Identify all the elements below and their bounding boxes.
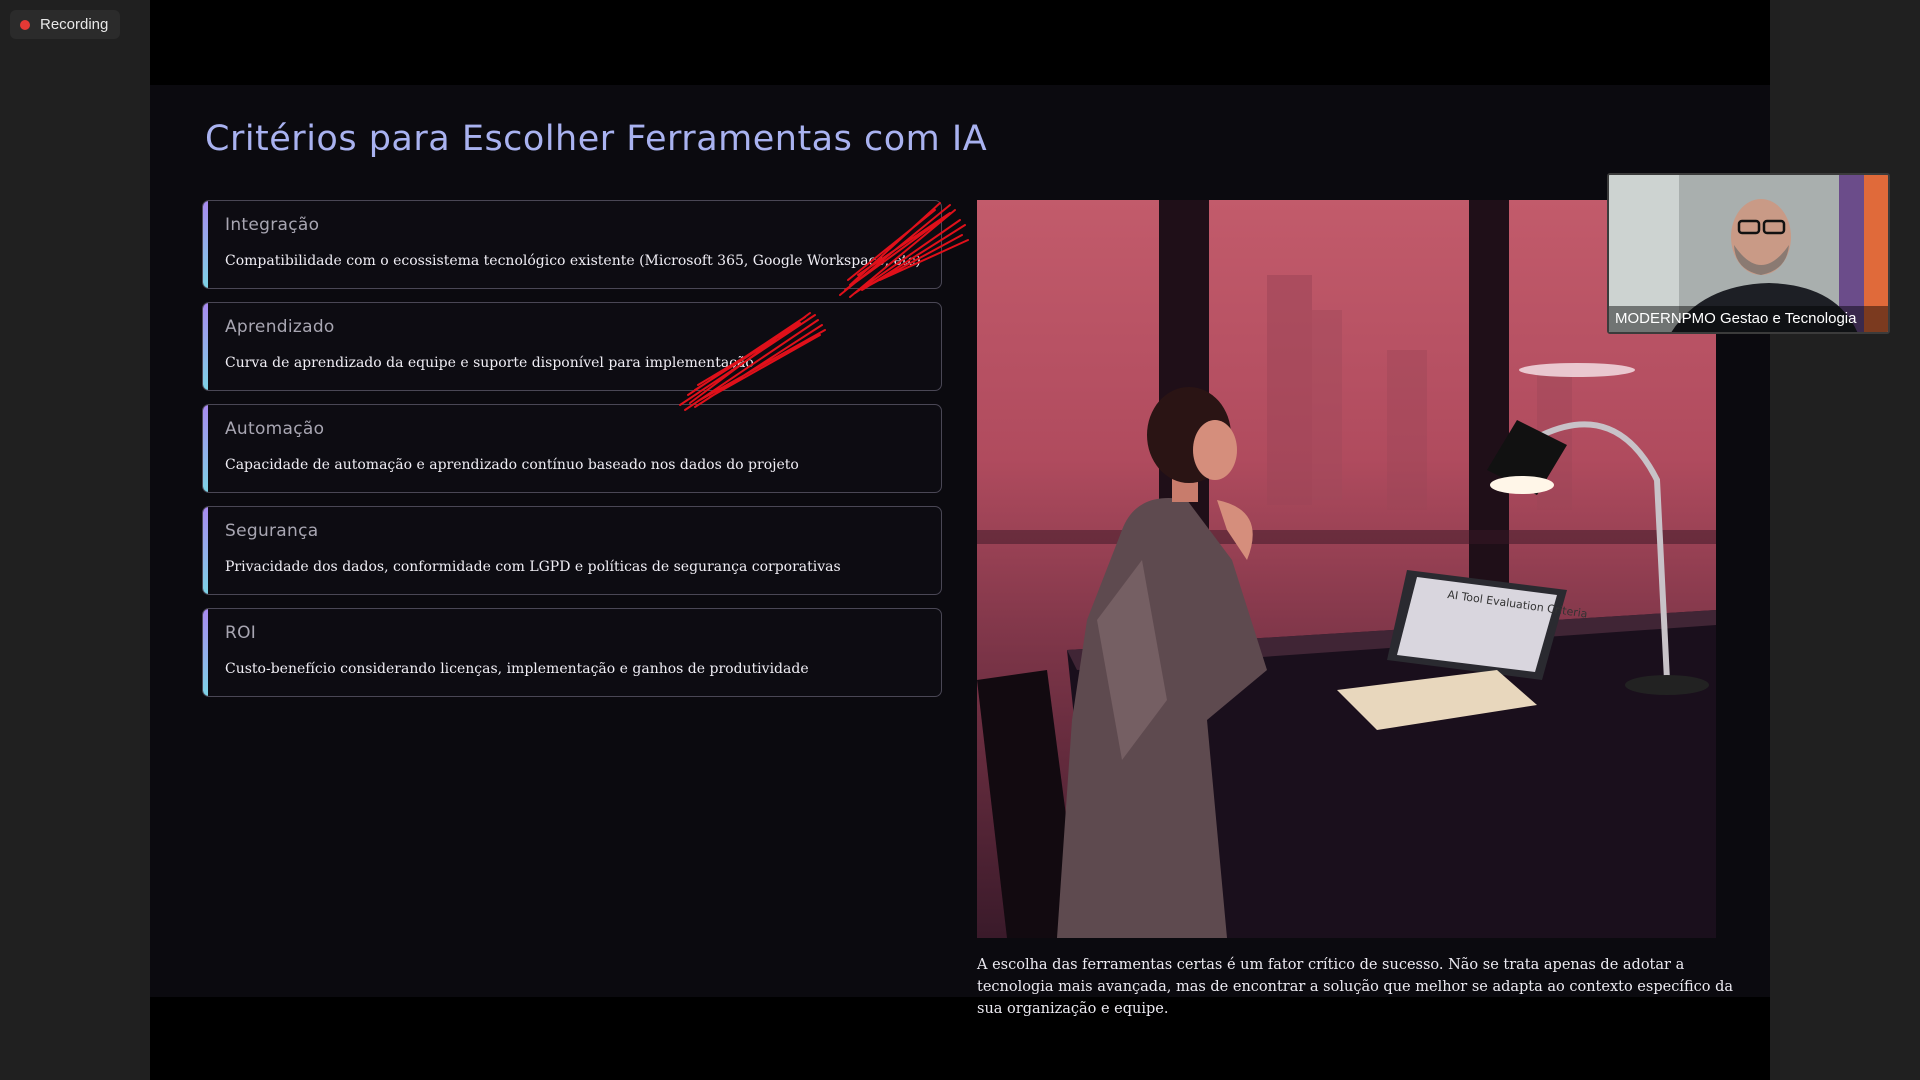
card-title: ROI [225,623,257,643]
shared-screen: Critérios para Escolher Ferramentas com … [150,0,1770,1080]
criteria-card-roi: ROI Custo-benefício considerando licença… [202,608,942,697]
card-accent-bar [203,609,208,696]
card-accent-bar [203,507,208,594]
card-accent-bar [203,405,208,492]
card-description: Custo-benefício considerando licenças, i… [225,661,809,677]
photo-illustration: AI Tool Evaluation Criteria [977,200,1716,938]
slide-caption: A escolha das ferramentas certas é um fa… [977,957,1734,1017]
recording-dot-icon [20,19,30,30]
participant-name: MODERNPMO Gestao e Tecnologia [1609,306,1888,332]
card-accent-bar [203,303,208,390]
recording-label: Recording [40,16,109,33]
office-woman-laptop-image: AI Tool Evaluation Criteria [977,200,1716,938]
card-description: Curva de aprendizado da equipe e suporte… [225,355,754,371]
criteria-card-seguranca: Segurança Privacidade dos dados, conform… [202,506,942,595]
card-accent-bar [203,201,208,288]
card-title: Integração [225,215,320,235]
card-description: Privacidade dos dados, conformidade com … [225,559,841,575]
card-title: Segurança [225,521,319,541]
card-title: Automação [225,419,325,439]
slide-title: Critérios para Escolher Ferramentas com … [205,119,988,159]
presentation-slide: Critérios para Escolher Ferramentas com … [150,85,1770,1017]
criteria-card-aprendizado: Aprendizado Curva de aprendizado da equi… [202,302,942,391]
participant-video-tile[interactable]: MODERNPMO Gestao e Tecnologia [1607,173,1890,334]
criteria-card-integracao: Integração Compatibilidade com o ecossis… [202,200,942,289]
card-description: Capacidade de automação e aprendizado co… [225,457,799,473]
card-title: Aprendizado [225,317,335,337]
card-description: Compatibilidade com o ecossistema tecnol… [225,253,921,269]
criteria-card-automacao: Automação Capacidade de automação e apre… [202,404,942,493]
criteria-list: Integração Compatibilidade com o ecossis… [202,200,942,710]
recording-indicator[interactable]: Recording [10,10,121,39]
meeting-window: Recording Critérios para Escolher Ferram… [0,0,1920,1080]
